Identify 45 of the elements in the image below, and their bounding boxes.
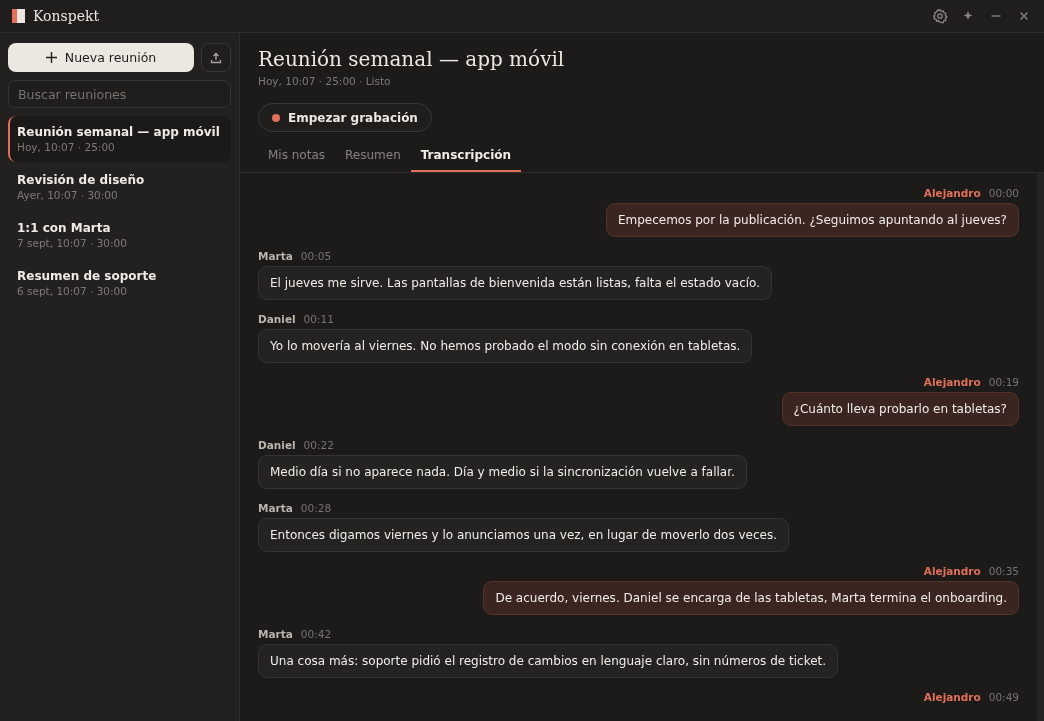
message-bubble: Una cosa más: soporte pidió el registro de cambios en lenguaje claro, sin números de ticket. <box>258 644 839 678</box>
timestamp: 00:28 <box>300 502 332 514</box>
timestamp: 00:42 <box>300 628 332 640</box>
speaker-name: Daniel <box>258 313 296 325</box>
timestamp: 00:19 <box>988 376 1019 388</box>
meeting-title: Reunión semanal — app móvil <box>258 47 566 71</box>
message-bubble: Yo lo movería al viernes. No hemos probado el modo sin conexión en tabletas. <box>258 329 753 363</box>
timestamp: 00:49 <box>988 691 1019 703</box>
message-bubble: Empecemos por la publicación. ¿Seguimos apuntando al jueves? <box>605 203 1019 237</box>
search-field[interactable]: Buscar reuniones <box>8 80 231 108</box>
tab[interactable]: Transcripción <box>410 142 522 172</box>
record-button[interactable]: Empezar grabación <box>258 103 432 132</box>
tab[interactable]: Mis notas <box>258 142 335 172</box>
meeting-meta: Hoy, 10:07 · 25:00 · Listo <box>258 75 392 87</box>
speaker-name: Marta <box>258 628 293 640</box>
meeting-list-item[interactable]: 1:1 con Marta 7 sept, 10:07 · 30:00 <box>8 212 231 258</box>
settings-icon[interactable] <box>932 8 948 24</box>
message-bubble: Entonces digamos viernes y lo anunciamos una vez, en lugar de moverlo dos veces. <box>258 518 790 552</box>
timestamp: 00:35 <box>988 565 1019 577</box>
speaker-name: Marta <box>258 250 293 262</box>
timestamp: 00:11 <box>303 313 334 325</box>
meeting-list-item[interactable]: Revisión de diseño Ayer, 10:07 · 30:00 <box>8 164 231 210</box>
speaker-name: Marta <box>258 502 293 514</box>
timestamp: 00:22 <box>303 439 334 451</box>
new-meeting-button[interactable]: Nueva reunión <box>8 43 194 72</box>
tab[interactable]: Resumen <box>335 142 411 172</box>
upload-icon <box>210 51 222 64</box>
speaker-name: Alejandro <box>923 187 981 199</box>
message-bubble: De acuerdo, viernes. Daniel se encarga de las tabletas, Marta termina el onboarding. <box>483 581 1019 615</box>
speaker-name: Alejandro <box>923 376 981 388</box>
timestamp: 00:05 <box>300 250 332 262</box>
meeting-list-item[interactable]: Reunión semanal — app móvil Hoy, 10:07 · 25:00 <box>8 116 231 162</box>
timestamp: 00:00 <box>988 187 1019 199</box>
meeting-list-item[interactable]: Resumen de soporte 6 sept, 10:07 · 30:00 <box>8 260 231 306</box>
window-title: Konspekt <box>33 8 100 24</box>
message-bubble: El jueves me sirve. Las pantallas de bienvenida están listas, falta el estado vacío. <box>258 266 772 300</box>
plus-icon <box>45 52 57 63</box>
speaker-name: Alejandro <box>923 691 981 703</box>
export-button[interactable] <box>201 43 231 72</box>
logo-icon <box>12 9 25 23</box>
message-bubble: Medio día si no aparece nada. Día y medio si la sincronización vuelve a fallar. <box>258 455 747 489</box>
record-icon <box>272 113 280 122</box>
speaker-name: Daniel <box>258 439 296 451</box>
speaker-name: Alejandro <box>923 565 981 577</box>
message-bubble: ¿Cuánto lleva probarlo en tabletas? <box>781 392 1019 426</box>
